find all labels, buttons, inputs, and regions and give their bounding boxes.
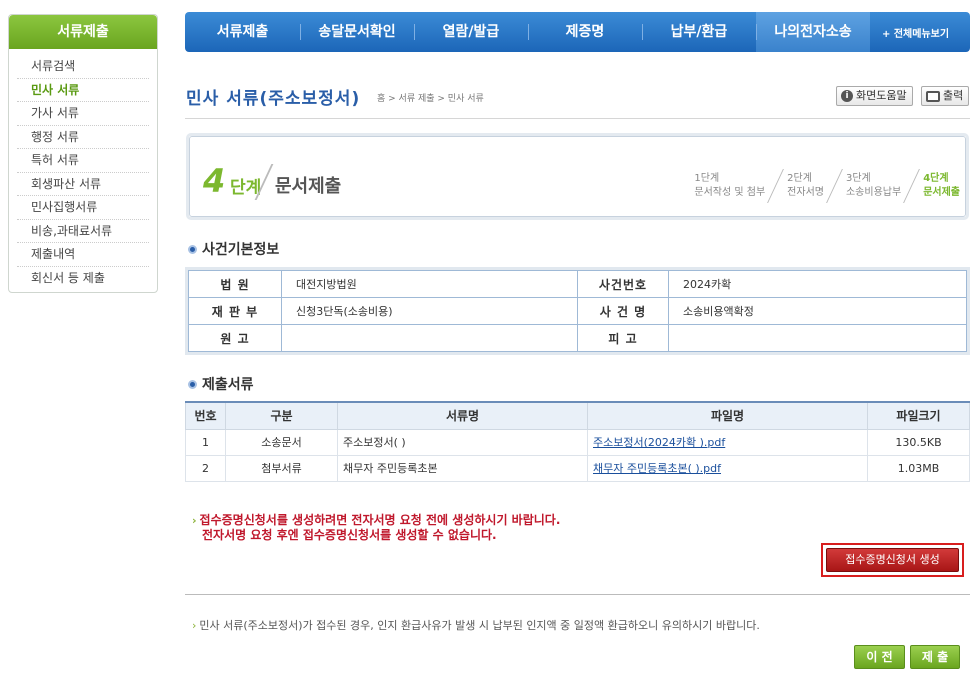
help-button[interactable]: i 화면도움말 — [836, 86, 913, 106]
help-label: 화면도움말 — [856, 89, 907, 102]
division-label: 재 판 부 — [188, 297, 282, 325]
divider — [185, 594, 970, 595]
bullet-icon — [188, 244, 197, 254]
nav-tab-certificate[interactable]: 제증명 — [528, 12, 642, 52]
breadcrumb: 홈 > 서류 제출 > 민사 서류 — [377, 94, 484, 104]
defendant-value — [668, 324, 967, 352]
sidebar-item-patent[interactable]: 특허 서류 — [17, 149, 149, 173]
col-type: 구분 — [225, 401, 338, 430]
printer-icon — [926, 90, 940, 102]
sidebar-item-reply[interactable]: 회신서 등 제출 — [17, 267, 149, 291]
create-receipt-button[interactable]: 접수증명신청서 생성 — [826, 548, 959, 572]
sidebar-item-history[interactable]: 제출내역 — [17, 243, 149, 267]
sidebar-item-search[interactable]: 서류검색 — [17, 55, 149, 79]
plaintiff-value — [281, 324, 578, 352]
plaintiff-label: 원 고 — [188, 324, 282, 352]
case-name-value: 소송비용액확정 — [668, 297, 967, 325]
page-title: 민사 서류(주소보정서) — [186, 89, 361, 109]
sidebar-item-noncontentious[interactable]: 비송,과태료서류 — [17, 220, 149, 243]
step-name: 문서제출 — [275, 176, 342, 197]
bullet-icon — [188, 379, 197, 389]
warning-text: › 접수증명신청서를 생성하려면 전자서명 요청 전에 생성하시기 바랍니다. 전… — [192, 513, 561, 542]
step-4: 4단계 문서제출 — [907, 172, 960, 200]
divider — [185, 118, 970, 119]
file-link[interactable]: 주소보정서(2024카확 ).pdf — [593, 436, 725, 449]
col-filename: 파일명 — [587, 401, 868, 430]
sidebar-item-family[interactable]: 가사 서류 — [17, 102, 149, 126]
sidebar-item-civil[interactable]: 민사 서류 — [17, 79, 149, 102]
submit-button[interactable]: 제 출 — [910, 645, 960, 669]
nav-tab-my-litigation[interactable]: 나의전자소송 — [756, 12, 870, 52]
nav-tab-view[interactable]: 열람/발급 — [414, 12, 528, 52]
receipt-button-highlight: 접수증명신청서 생성 — [821, 543, 964, 577]
col-docname: 서류명 — [337, 401, 588, 430]
files-table: 번호 구분 서류명 파일명 파일크기 1 소송문서 주소보정서( ) 주소보정서… — [185, 401, 970, 482]
step-number: 4 — [203, 162, 226, 200]
nav-tab-delivery[interactable]: 송달문서확인 — [300, 12, 414, 52]
sidebar-item-execution[interactable]: 민사집행서류 — [17, 196, 149, 220]
case-info-heading: 사건기본정보 — [188, 239, 279, 259]
top-nav: 서류제출 송달문서확인 열람/발급 제증명 납부/환급 나의전자소송 + 전체메… — [185, 12, 970, 52]
step-list: 1단계 문서작성 및 첨부 2단계 전자서명 3단계 소송비용납부 4단계 문서제출 — [672, 172, 960, 200]
step-indicator: 4 단계 문서제출 1단계 문서작성 및 첨부 2단계 전자서명 3단계 소송비용납부… — [186, 133, 969, 220]
sidebar-title: 서류제출 — [9, 15, 157, 49]
table-row: 1 소송문서 주소보정서( ) 주소보정서(2024카확 ).pdf 130.5… — [185, 428, 970, 456]
case-number-label: 사건번호 — [577, 270, 669, 298]
print-label: 출력 — [943, 89, 964, 102]
case-name-label: 사 건 명 — [577, 297, 669, 325]
sidebar: 서류제출 서류검색 민사 서류 가사 서류 행정 서류 특허 서류 회생파산 서… — [8, 14, 158, 293]
step-2: 2단계 전자서명 — [771, 172, 824, 200]
sidebar-item-admin[interactable]: 행정 서류 — [17, 126, 149, 149]
file-link[interactable]: 채무자 주민등록초본( ).pdf — [593, 462, 721, 475]
prev-button[interactable]: 이 전 — [854, 645, 905, 669]
nav-tab-submit[interactable]: 서류제출 — [185, 12, 300, 52]
print-button[interactable]: 출력 — [921, 86, 970, 106]
arrow-icon: › — [192, 514, 197, 527]
case-number-value: 2024카확 — [668, 270, 967, 298]
col-number: 번호 — [185, 401, 226, 430]
sidebar-item-bankruptcy[interactable]: 회생파산 서류 — [17, 173, 149, 196]
notice-text: › 민사 서류(주소보정서)가 접수된 경우, 인지 환급사유가 발생 시 납부된… — [192, 619, 760, 632]
step-1: 1단계 문서작성 및 첨부 — [694, 173, 766, 198]
division-value: 신청3단독(소송비용) — [281, 297, 578, 325]
all-menu-link[interactable]: + 전체메뉴보기 — [870, 25, 949, 40]
col-filesize: 파일크기 — [867, 401, 970, 430]
court-label: 법 원 — [188, 270, 282, 298]
case-info-table: 법 원 대전지방법원 사건번호 2024카확 재 판 부 신청3단독(소송비용)… — [185, 267, 970, 355]
sidebar-list: 서류검색 민사 서류 가사 서류 행정 서류 특허 서류 회생파산 서류 민사집… — [9, 49, 157, 290]
step-3: 3단계 소송비용납부 — [830, 172, 901, 200]
court-value: 대전지방법원 — [281, 270, 578, 298]
files-heading: 제출서류 — [188, 374, 254, 394]
arrow-icon: › — [192, 619, 197, 632]
table-row: 2 첨부서류 채무자 주민등록초본 채무자 주민등록초본( ).pdf 1.03… — [185, 454, 970, 482]
info-icon: i — [841, 90, 853, 102]
defendant-label: 피 고 — [577, 324, 669, 352]
nav-tab-payment[interactable]: 납부/환급 — [642, 12, 756, 52]
